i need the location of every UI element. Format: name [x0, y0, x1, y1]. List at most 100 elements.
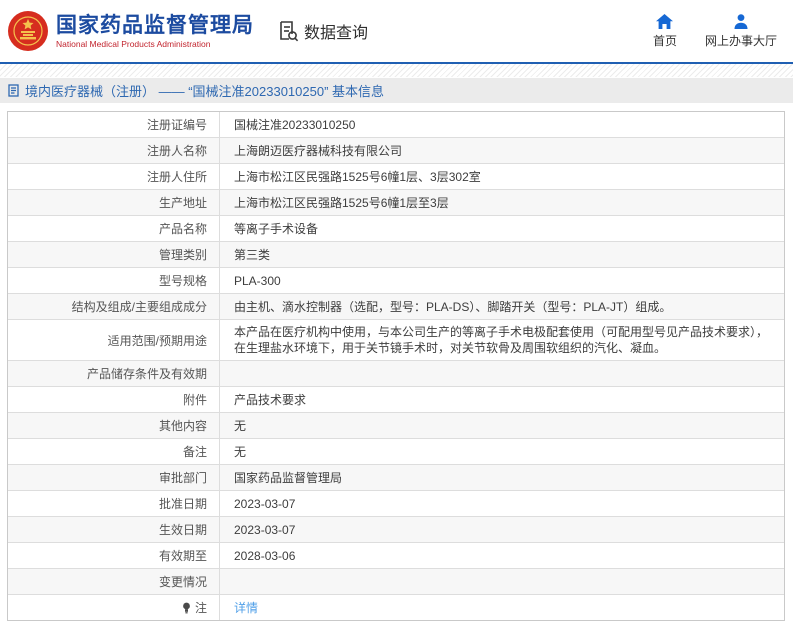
table-row: 适用范围/预期用途 本产品在医疗机构中使用，与本公司生产的等离子手术电极配套使用（…	[8, 319, 784, 360]
table-row: 有效期至 2028-03-06	[8, 542, 784, 568]
table-row: 产品名称 等离子手术设备	[8, 215, 784, 241]
header: 国家药品监督管理局 National Medical Products Admi…	[0, 0, 793, 62]
row-value: 本产品在医疗机构中使用，与本公司生产的等离子手术电极配套使用（可配用型号见产品技…	[220, 320, 784, 360]
document-search-icon	[278, 20, 299, 42]
row-value	[220, 569, 784, 594]
table-row: 注册证编号 国械注准20233010250	[8, 112, 784, 137]
row-label: 注册人住所	[8, 164, 220, 189]
info-table: 注册证编号 国械注准20233010250 注册人名称 上海朗迈医疗器械科技有限公司注…	[7, 111, 785, 621]
row-value: 2023-03-07	[220, 491, 784, 516]
row-value: 国械注准20233010250	[220, 112, 784, 137]
agency-name-en: National Medical Products Administration	[56, 38, 211, 49]
table-row: 结构及组成/主要组成成分 由主机、滴水控制器（选配，型号：PLA-DS）、脚踏开关…	[8, 293, 784, 319]
bulb-icon	[182, 602, 191, 614]
table-row: 型号规格 PLA-300	[8, 267, 784, 293]
row-value-text: 2023-03-07	[234, 522, 296, 537]
row-label-text: 备注	[182, 445, 207, 459]
row-value-text: 无	[234, 444, 247, 459]
table-row: 批准日期 2023-03-07	[8, 490, 784, 516]
row-value-text: 2028-03-06	[234, 548, 296, 563]
data-query-link[interactable]: 数据查询	[278, 19, 368, 43]
row-label-text: 产品名称	[158, 222, 207, 236]
table-row: 管理类别 第三类	[8, 241, 784, 267]
table-row: 注册人名称 上海朗迈医疗器械科技有限公司	[8, 137, 784, 163]
row-value: 产品技术要求	[220, 387, 784, 412]
nav-home-label: 首页	[652, 33, 677, 48]
home-icon	[656, 13, 674, 29]
row-label: 备注	[8, 439, 220, 464]
row-value-text: 本产品在医疗机构中使用，与本公司生产的等离子手术电极配套使用（可配用型号见产品技…	[234, 325, 769, 355]
nav-service-hall-label: 网上办事大厅	[704, 33, 777, 48]
table-row: 生效日期 2023-03-07	[8, 516, 784, 542]
row-value-text: PLA-300	[234, 273, 281, 288]
row-value-text: 国械注准20233010250	[234, 117, 356, 132]
brand: 国家药品监督管理局 National Medical Products Admi…	[0, 11, 254, 51]
document-icon	[8, 84, 19, 97]
row-value: 2028-03-06	[220, 543, 784, 568]
hatch-band	[0, 64, 793, 77]
table-row: 产品储存条件及有效期	[8, 360, 784, 386]
row-value: 国家药品监督管理局	[220, 465, 784, 490]
person-icon	[733, 13, 749, 29]
row-label-text: 管理类别	[158, 248, 207, 262]
row-label: 生效日期	[8, 517, 220, 542]
row-label-text: 生产地址	[158, 196, 207, 210]
title-bar: 境内医疗器械（注册） —— “国械注准20233010250” 基本信息	[0, 78, 793, 103]
row-label: 适用范围/预期用途	[8, 320, 220, 360]
details-link[interactable]: 详情	[234, 600, 258, 616]
nav-service-hall[interactable]: 网上办事大厅	[704, 13, 777, 49]
row-value: PLA-300	[220, 268, 784, 293]
brand-text: 国家药品监督管理局 National Medical Products Admi…	[56, 14, 254, 49]
table-row: 审批部门 国家药品监督管理局	[8, 464, 784, 490]
row-label-text: 结构及组成/主要组成成分	[71, 300, 207, 314]
row-value: 由主机、滴水控制器（选配，型号：PLA-DS）、脚踏开关（型号：PLA-JT）组…	[220, 294, 784, 319]
row-label: 管理类别	[8, 242, 220, 267]
row-label: 附件	[8, 387, 220, 412]
row-label: 注册证编号	[8, 112, 220, 137]
row-label-text: 产品储存条件及有效期	[86, 367, 207, 381]
row-label-text: 有效期至	[158, 549, 207, 563]
row-label: 其他内容	[8, 413, 220, 438]
data-query-label: 数据查询	[304, 25, 369, 42]
row-label-text: 型号规格	[158, 274, 207, 288]
row-label-text: 注册证编号	[146, 118, 207, 132]
row-label: 批准日期	[8, 491, 220, 516]
page-title: 境内医疗器械（注册） —— “国械注准20233010250” 基本信息	[25, 84, 385, 99]
row-value-text: 产品技术要求	[234, 392, 307, 407]
row-label: 结构及组成/主要组成成分	[8, 294, 220, 319]
row-value: 上海朗迈医疗器械科技有限公司	[220, 138, 784, 163]
row-label: 注册人名称	[8, 138, 220, 163]
row-label-text: 适用范围/预期用途	[107, 333, 207, 348]
row-label: 变更情况	[8, 569, 220, 594]
row-value: 无	[220, 413, 784, 438]
row-label-text: 注	[194, 601, 207, 615]
table-row: 注册人住所 上海市松江区民强路1525号6幢1层、3层302室	[8, 163, 784, 189]
table-row: 备注 无	[8, 438, 784, 464]
row-value: 上海市松江区民强路1525号6幢1层、3层302室	[220, 164, 784, 189]
agency-name-cn: 国家药品监督管理局	[56, 13, 254, 37]
row-value: 2023-03-07	[220, 517, 784, 542]
table-row: 注 详情	[8, 594, 784, 620]
row-value: 详情	[220, 595, 784, 620]
table-row: 生产地址 上海市松江区民强路1525号6幢1层至3层	[8, 189, 784, 215]
row-label-text: 注册人住所	[146, 170, 207, 184]
row-value-text: 上海朗迈医疗器械科技有限公司	[234, 143, 403, 158]
row-value-text: 国家药品监督管理局	[234, 470, 343, 485]
row-value-text: 上海市松江区民强路1525号6幢1层至3层	[234, 195, 449, 210]
row-value-text: 等离子手术设备	[234, 221, 319, 236]
nav-home[interactable]: 首页	[652, 13, 677, 49]
row-label-text: 附件	[182, 393, 207, 407]
row-value: 上海市松江区民强路1525号6幢1层至3层	[220, 190, 784, 215]
row-label: 产品储存条件及有效期	[8, 361, 220, 386]
row-label: 生产地址	[8, 190, 220, 215]
row-label: 审批部门	[8, 465, 220, 490]
row-label-text: 审批部门	[158, 471, 207, 485]
row-value: 无	[220, 439, 784, 464]
row-label: 型号规格	[8, 268, 220, 293]
row-label-text: 注册人名称	[146, 144, 207, 158]
row-value: 等离子手术设备	[220, 216, 784, 241]
table-row: 变更情况	[8, 568, 784, 594]
row-value: 第三类	[220, 242, 784, 267]
header-nav: 首页 网上办事大厅	[652, 13, 793, 49]
row-value-text: 第三类	[234, 247, 271, 262]
